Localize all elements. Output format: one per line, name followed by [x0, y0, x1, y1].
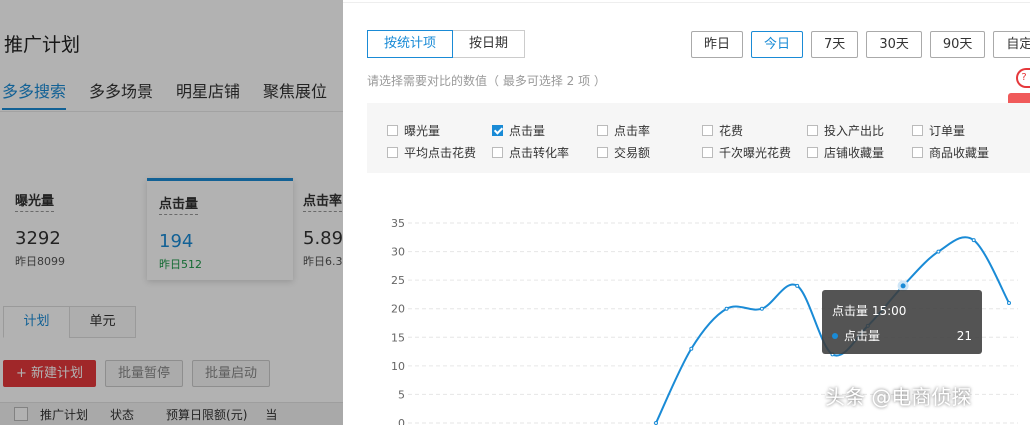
tooltip-title: 点击量 15:00: [832, 304, 907, 318]
y-tick-label: 5: [398, 388, 405, 401]
metric-option[interactable]: 千次曝光花费: [702, 144, 791, 161]
checkbox-checked-icon[interactable]: [492, 125, 503, 136]
checkbox-icon[interactable]: [912, 125, 923, 136]
overlay-mask[interactable]: [0, 0, 343, 425]
left-page: 推广计划 多多搜索 多多场景 明星店铺 聚焦展位 曝光量 3292 昨日8099…: [0, 0, 343, 425]
metric-option[interactable]: 平均点击花费: [387, 144, 476, 161]
range-90d-button[interactable]: 90天: [929, 31, 986, 58]
highlighted-data-point[interactable]: [897, 280, 909, 292]
range-7d-button[interactable]: 7天: [811, 31, 859, 58]
compare-hint: 请选择需要对比的数值（ 最多可选择 2 项 ）: [367, 74, 606, 88]
y-tick-label: 0: [398, 417, 405, 425]
by-stat-button[interactable]: 按统计项: [367, 30, 454, 58]
data-point[interactable]: [795, 283, 800, 288]
data-point[interactable]: [971, 238, 976, 243]
metric-options-panel: 曝光量 点击量 点击率 花费 投入产出比 订单量平均点击花费 点击转化率 交易额 千次曝光花费 店…: [367, 103, 1030, 173]
checkbox-icon[interactable]: [492, 147, 503, 158]
metric-option[interactable]: 店铺收藏量: [807, 144, 884, 161]
range-custom-button[interactable]: 自定义: [993, 31, 1030, 58]
tooltip-series: 点击量: [844, 329, 881, 343]
help-icon[interactable]: ?: [1016, 68, 1030, 88]
metric-option-label: 花费: [719, 124, 744, 138]
metric-option-label: 点击率: [614, 124, 651, 138]
view-toggle: 按统计项 按日期: [367, 30, 526, 58]
checkbox-icon[interactable]: [597, 125, 608, 136]
metric-option[interactable]: 商品收藏量: [912, 144, 989, 161]
metric-option[interactable]: 点击转化率: [492, 144, 569, 161]
y-tick-label: 25: [391, 274, 405, 287]
watermark: 头条 @电商侦探: [825, 385, 972, 409]
compare-drawer: 按统计项 按日期 昨日 今日 7天 30天 90天 自定义 ? 联 请选择需要对…: [343, 0, 1030, 425]
series-dot-icon: [832, 332, 838, 339]
metric-option[interactable]: 交易额: [597, 144, 650, 161]
checkbox-icon[interactable]: [387, 125, 398, 136]
checkbox-icon[interactable]: [702, 125, 713, 136]
metric-option-label: 交易额: [614, 146, 651, 160]
metric-option-label: 点击转化率: [509, 146, 570, 160]
y-tick-label: 20: [391, 303, 405, 316]
chart-tooltip: 点击量 15:00 点击量 21: [822, 290, 982, 354]
checkbox-icon[interactable]: [807, 147, 818, 158]
range-today-button[interactable]: 今日: [751, 31, 804, 58]
metric-option[interactable]: 点击率: [597, 122, 650, 139]
metric-option[interactable]: 花费: [702, 122, 743, 139]
metric-option-label: 点击量: [509, 124, 546, 138]
data-point[interactable]: [1007, 301, 1011, 305]
metric-option[interactable]: 曝光量: [387, 122, 440, 139]
data-point[interactable]: [724, 306, 729, 311]
metric-option-label: 商品收藏量: [929, 146, 990, 160]
data-point[interactable]: [689, 346, 694, 351]
metric-option[interactable]: 投入产出比: [807, 122, 884, 139]
tooltip-row: 点击量 21: [832, 327, 972, 344]
by-date-button[interactable]: 按日期: [453, 30, 526, 58]
y-tick-label: 35: [391, 217, 405, 230]
metric-option-label: 曝光量: [404, 124, 441, 138]
data-point[interactable]: [759, 306, 764, 311]
metric-option[interactable]: 点击量: [492, 122, 545, 139]
metric-option-label: 平均点击花费: [404, 146, 477, 160]
metric-option-label: 投入产出比: [824, 124, 885, 138]
tooltip-value: 21: [956, 328, 972, 343]
metric-option-label: 千次曝光花费: [719, 146, 792, 160]
checkbox-icon[interactable]: [912, 147, 923, 158]
metric-option-label: 订单量: [929, 124, 966, 138]
y-tick-label: 15: [391, 331, 405, 344]
range-yesterday-button[interactable]: 昨日: [691, 31, 744, 58]
data-point[interactable]: [936, 249, 941, 254]
metric-option-label: 店铺收藏量: [824, 146, 885, 160]
date-range-buttons: 昨日 今日 7天 30天 90天 自定义: [691, 31, 1030, 58]
y-tick-label: 30: [391, 246, 405, 259]
metric-option[interactable]: 订单量: [912, 122, 965, 139]
checkbox-icon[interactable]: [702, 147, 713, 158]
divider: [343, 2, 1030, 3]
checkbox-icon[interactable]: [387, 147, 398, 158]
checkbox-icon[interactable]: [597, 147, 608, 158]
y-tick-label: 10: [391, 360, 405, 373]
data-point[interactable]: [654, 421, 658, 425]
range-30d-button[interactable]: 30天: [866, 31, 922, 58]
checkbox-icon[interactable]: [807, 125, 818, 136]
